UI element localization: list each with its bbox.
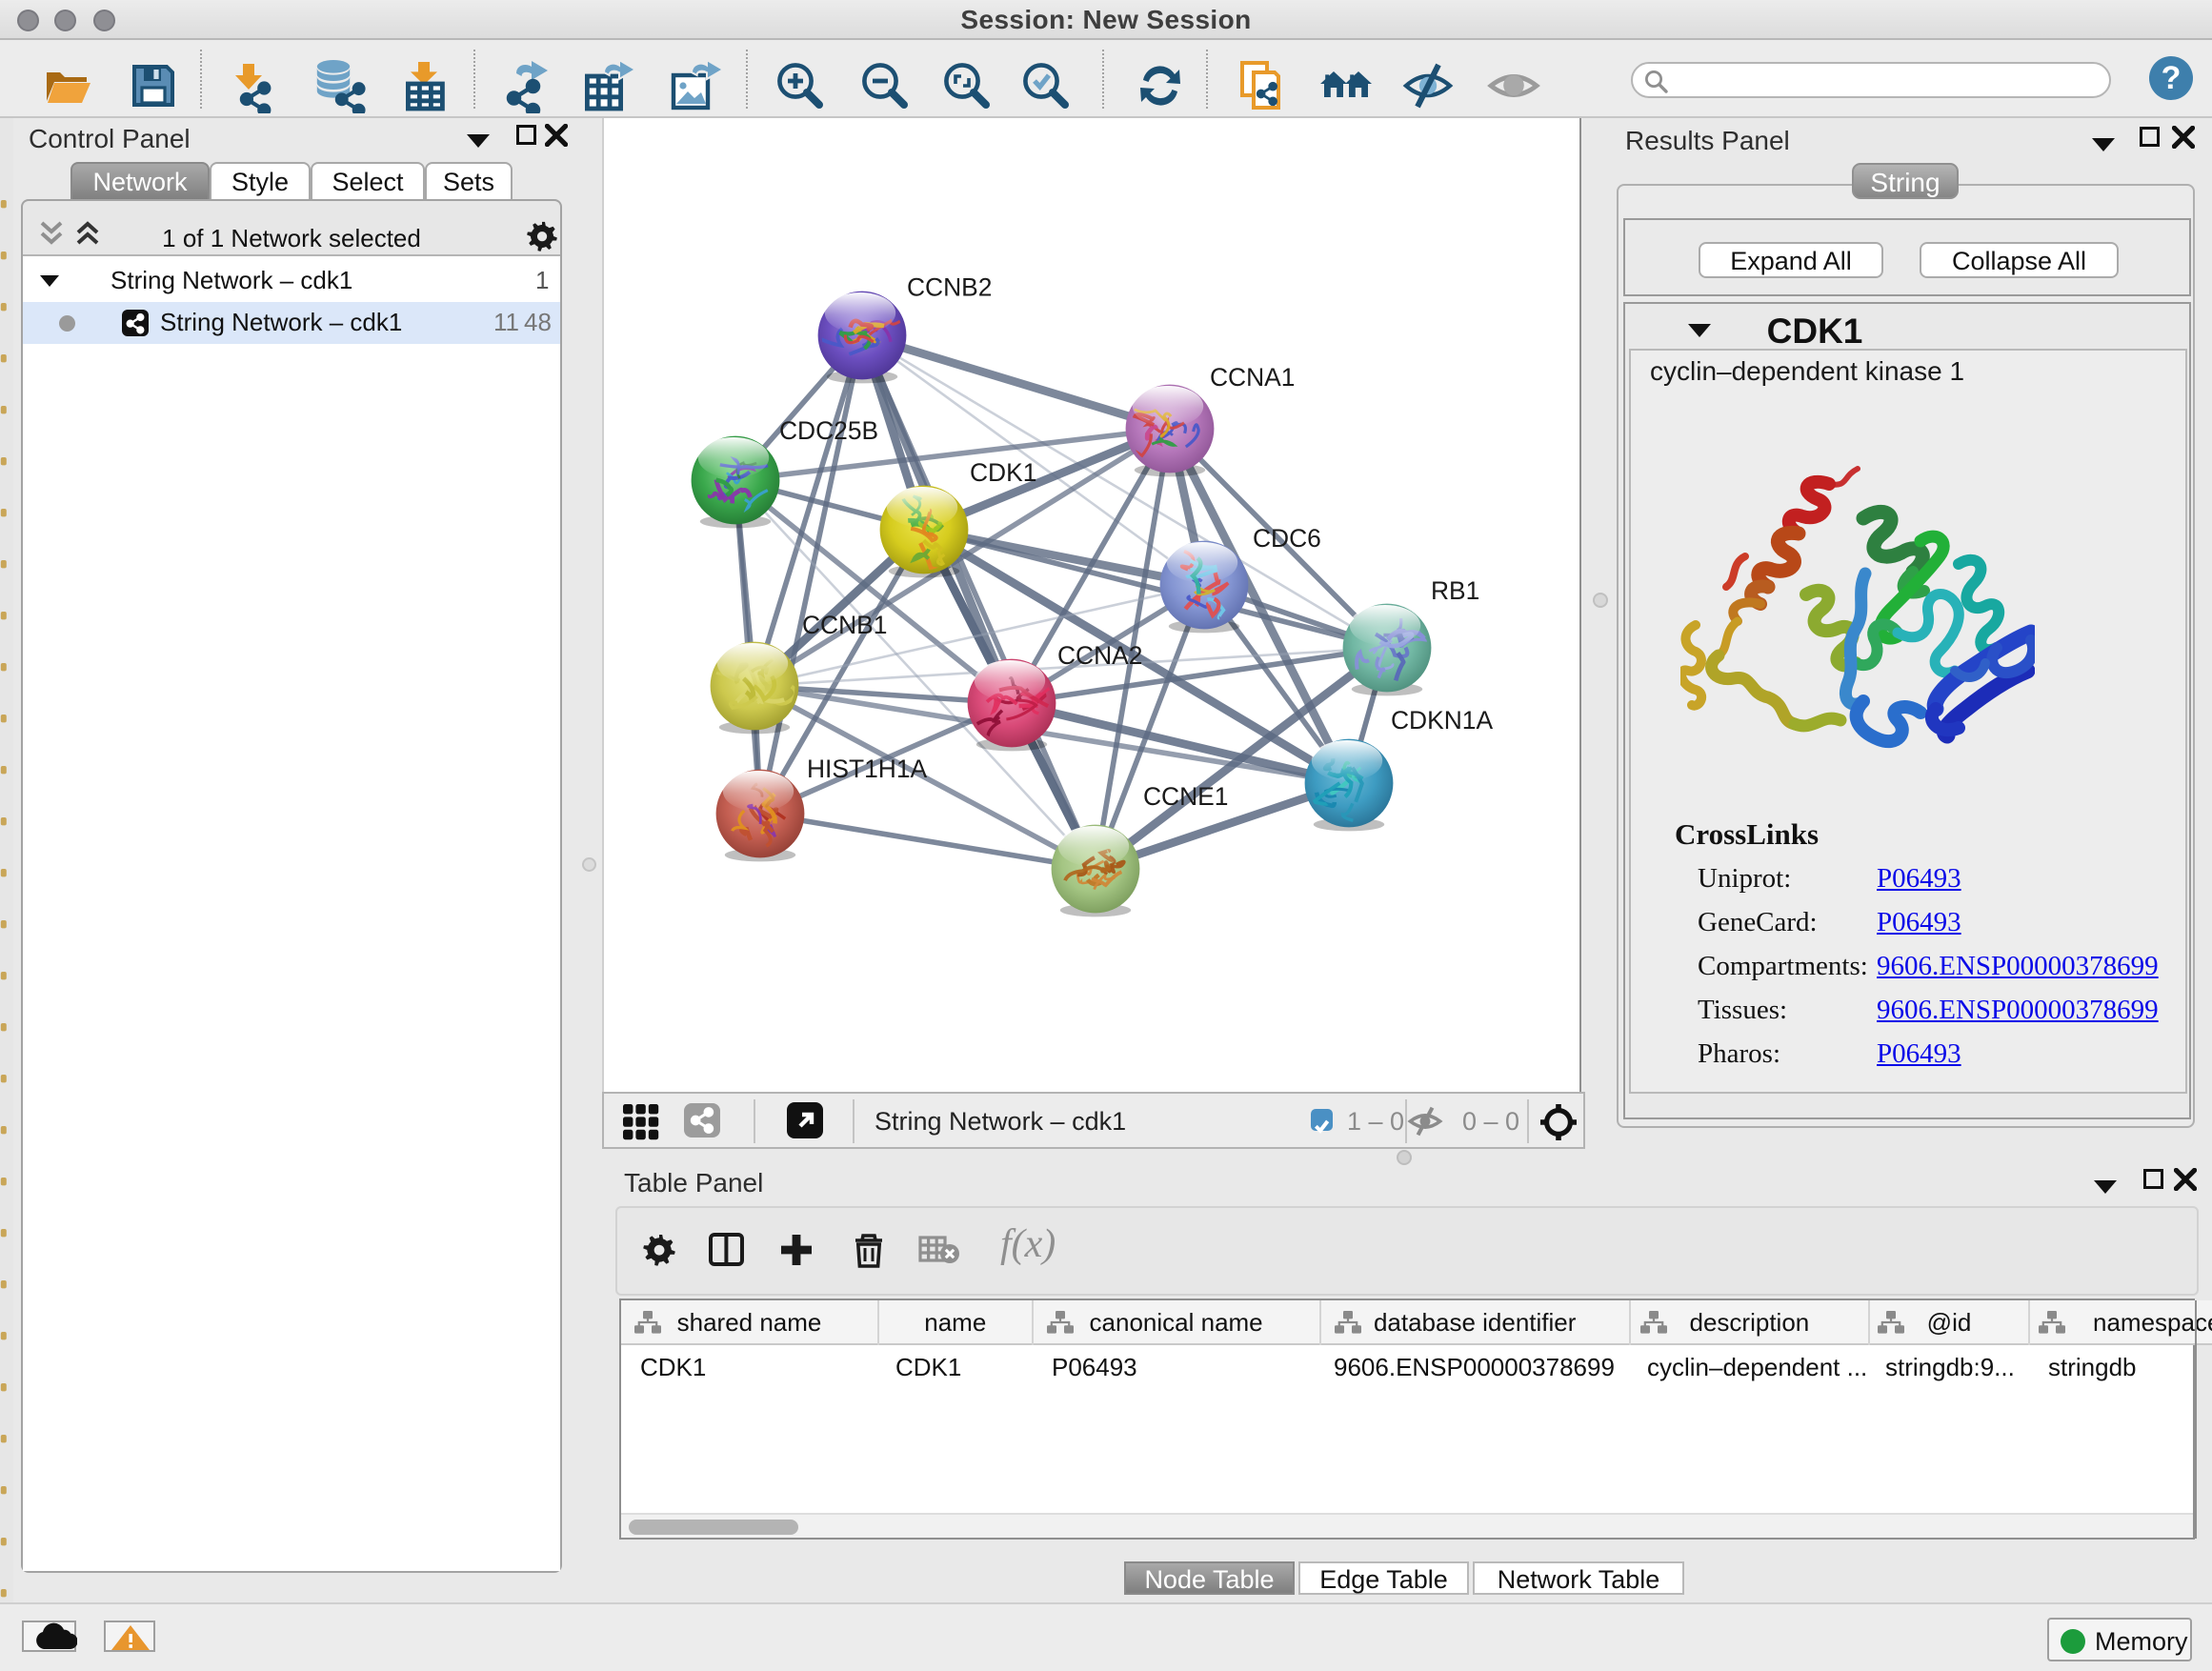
svg-text:CDC6: CDC6 [1253, 524, 1321, 553]
svg-text:CCNB1: CCNB1 [802, 611, 887, 639]
svg-text:CDKN1A: CDKN1A [1391, 706, 1493, 735]
svg-text:HIST1H1A: HIST1H1A [807, 755, 928, 783]
svg-text:CCNA1: CCNA1 [1210, 363, 1295, 392]
svg-text:CDK1: CDK1 [970, 458, 1036, 487]
svg-text:CCNE1: CCNE1 [1143, 782, 1228, 811]
svg-text:CCNB2: CCNB2 [907, 273, 992, 302]
svg-text:CDC25B: CDC25B [779, 416, 878, 445]
svg-text:RB1: RB1 [1431, 576, 1479, 605]
svg-text:CCNA2: CCNA2 [1057, 641, 1142, 670]
